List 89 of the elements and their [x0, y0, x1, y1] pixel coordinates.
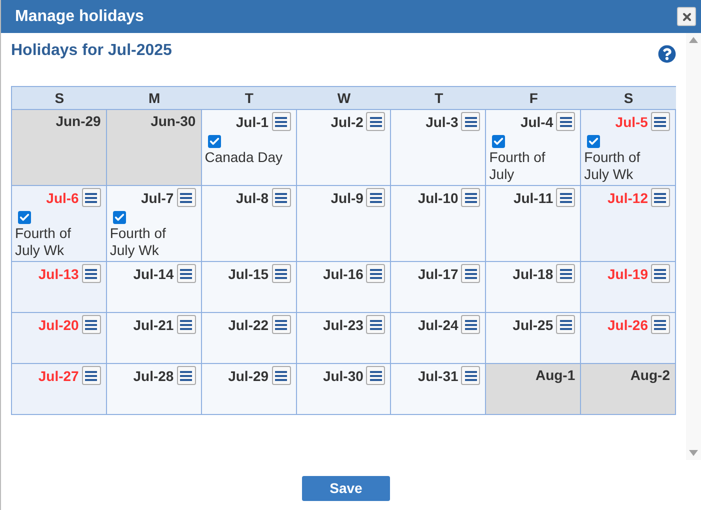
- menu-button[interactable]: [366, 188, 386, 207]
- date-label: Jul-6: [46, 188, 79, 206]
- menu-button[interactable]: [176, 188, 196, 207]
- menu-button[interactable]: [366, 315, 386, 334]
- save-button[interactable]: Save: [302, 476, 390, 501]
- date-label: Jul-22: [228, 316, 269, 334]
- date-label: Jul-1: [236, 112, 269, 130]
- date-label: Jul-11: [513, 188, 554, 206]
- menu-button[interactable]: [176, 264, 196, 283]
- date-label: Jul-8: [236, 188, 269, 206]
- date-label: Jul-13: [38, 264, 79, 282]
- menu-button[interactable]: [366, 112, 386, 131]
- holiday-checkbox[interactable]: [208, 135, 221, 148]
- date-label: Jul-14: [133, 264, 174, 282]
- menu-button[interactable]: [272, 264, 291, 283]
- weekday-header: F: [486, 87, 582, 110]
- date-label: Jul-21: [133, 316, 174, 334]
- date-label: Jun-29: [56, 112, 101, 130]
- date-label: Jul-30: [322, 366, 364, 384]
- date-label: Aug-2: [630, 366, 670, 384]
- menu-button[interactable]: [82, 264, 101, 283]
- holiday-name: Fourth of July Wk: [110, 225, 167, 259]
- menu-button[interactable]: [82, 366, 101, 385]
- holiday-checkbox[interactable]: [492, 135, 506, 148]
- date-label: Jul-2: [330, 112, 364, 130]
- menu-button[interactable]: [82, 188, 101, 207]
- weekday-header: S: [581, 87, 676, 110]
- date-label: Jul-18: [512, 264, 554, 282]
- holiday-checkbox[interactable]: [18, 211, 31, 224]
- holiday-name: Fourth of July Wk: [584, 149, 642, 183]
- menu-button[interactable]: [556, 188, 576, 207]
- date-label: Jul-15: [228, 264, 269, 282]
- weekday-header: M: [106, 87, 202, 110]
- menu-button[interactable]: [461, 264, 480, 283]
- menu-button[interactable]: [650, 188, 670, 207]
- weekday-header: T: [391, 87, 486, 110]
- menu-button[interactable]: [556, 264, 576, 283]
- menu-button[interactable]: [461, 188, 480, 207]
- date-label: Jul-17: [418, 264, 458, 282]
- date-label: Jul-23: [322, 316, 364, 334]
- holiday-checkbox[interactable]: [112, 211, 126, 224]
- heading: Holidays for Jul-2025: [11, 41, 172, 61]
- menu-button[interactable]: [272, 366, 291, 385]
- date-label: Jul-19: [608, 264, 648, 282]
- menu-button[interactable]: [461, 112, 480, 131]
- holiday-checkbox[interactable]: [587, 135, 600, 148]
- date-label: Jul-10: [418, 188, 458, 206]
- date-label: Aug-1: [535, 366, 576, 384]
- menu-button[interactable]: [272, 112, 291, 131]
- date-label: Jul-16: [322, 264, 364, 282]
- holiday-name: Fourth of July Wk: [15, 225, 72, 259]
- menu-button[interactable]: [272, 315, 291, 334]
- weekday-header: S: [12, 87, 107, 110]
- close-button[interactable]: [677, 7, 696, 26]
- menu-button[interactable]: [556, 112, 576, 131]
- date-label: Jul-20: [38, 316, 79, 334]
- close-icon: [680, 10, 692, 22]
- menu-button[interactable]: [82, 315, 101, 334]
- window-title: Manage holidays: [15, 6, 144, 26]
- date-label: Jul-27: [38, 366, 79, 384]
- date-label: Jul-25: [512, 316, 554, 334]
- menu-button[interactable]: [176, 315, 196, 334]
- menu-button[interactable]: [650, 112, 670, 131]
- date-label: Jul-5: [615, 112, 648, 130]
- date-label: Jun-30: [150, 112, 196, 130]
- date-label: Jul-12: [608, 188, 648, 206]
- menu-button[interactable]: [366, 264, 386, 283]
- date-label: Jul-24: [418, 316, 458, 334]
- date-label: Jul-26: [608, 316, 648, 334]
- date-label: Jul-31: [418, 366, 458, 384]
- date-label: Jul-29: [228, 366, 269, 384]
- holiday-name: Fourth of July: [489, 149, 546, 183]
- menu-button[interactable]: [650, 315, 670, 334]
- date-label: Jul-3: [426, 112, 458, 130]
- weekday-header: T: [202, 87, 297, 110]
- holiday-name: Canada Day: [204, 149, 283, 166]
- date-label: Jul-4: [520, 112, 554, 130]
- menu-button[interactable]: [461, 366, 480, 385]
- menu-button[interactable]: [650, 264, 670, 283]
- date-label: Jul-28: [133, 366, 174, 384]
- date-label: Jul-9: [330, 188, 364, 206]
- menu-button[interactable]: [272, 188, 291, 207]
- menu-button[interactable]: [461, 315, 480, 334]
- menu-button[interactable]: [366, 366, 386, 385]
- weekday-header: W: [296, 87, 392, 110]
- menu-button[interactable]: [176, 366, 196, 385]
- date-label: Jul-7: [141, 188, 174, 206]
- help-icon[interactable]: [658, 45, 676, 63]
- menu-button[interactable]: [556, 315, 576, 334]
